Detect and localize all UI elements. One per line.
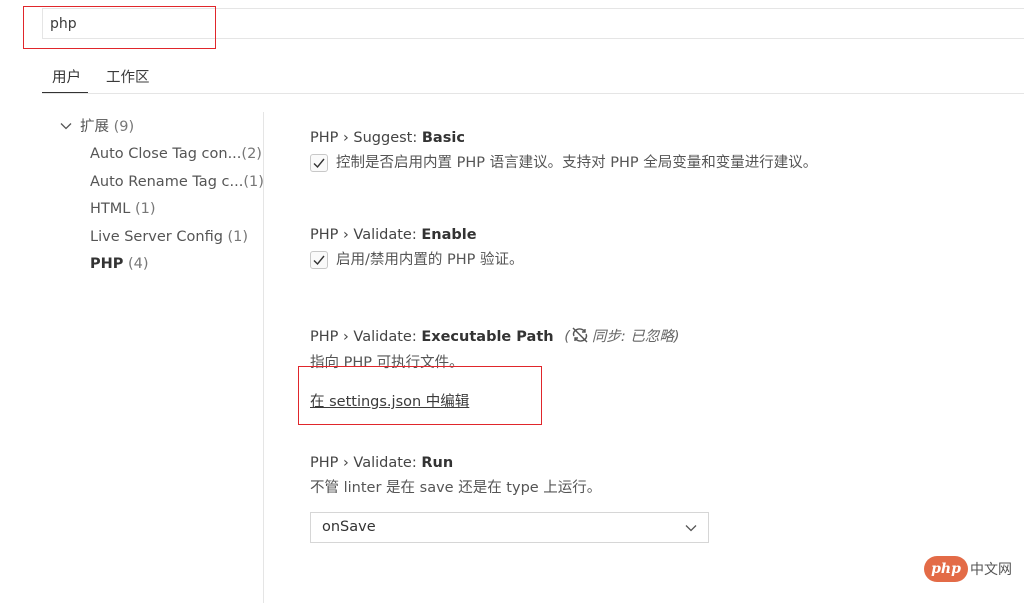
- toc-item-auto-close-tag[interactable]: Auto Close Tag con...(2): [90, 143, 262, 165]
- setting-title: PHP › Validate: Enable: [310, 227, 524, 243]
- setting-description-row: 启用/禁用内置的 PHP 验证。: [310, 248, 524, 269]
- setting-name: Basic: [421, 130, 465, 146]
- toc-item-count: (2): [241, 146, 262, 162]
- setting-title: PHP › Validate: Run: [310, 455, 601, 471]
- toc-item-label: Auto Close Tag con...: [90, 146, 242, 162]
- setting-description: 控制是否启用内置 PHP 语言建议。支持对 PHP 全局变量和变量进行建议。: [336, 155, 818, 171]
- toc-extensions-label: 扩展: [80, 119, 109, 135]
- watermark-badge: php: [924, 556, 968, 582]
- toc-item-html[interactable]: HTML (1): [90, 198, 156, 220]
- setting-title: PHP › Suggest: Basic: [310, 130, 817, 146]
- toc-item-label: Auto Rename Tag c...: [90, 174, 244, 190]
- toc-extensions-count: (9): [113, 119, 135, 135]
- setting-category: PHP › Suggest:: [310, 130, 422, 146]
- sync-note-prefix: (: [564, 329, 570, 345]
- setting-php-validate-run: PHP › Validate: Run 不管 linter 是在 save 还是…: [310, 455, 601, 497]
- chevron-down-icon: [60, 123, 72, 130]
- tab-user[interactable]: 用户: [52, 66, 81, 87]
- toc-item-count: (1): [243, 174, 264, 190]
- setting-php-validate-enable: PHP › Validate: Enable 启用/禁用内置的 PHP 验证。: [310, 227, 524, 269]
- setting-php-suggest-basic: PHP › Suggest: Basic 控制是否启用内置 PHP 语言建议。支…: [310, 130, 817, 172]
- toc-extensions[interactable]: 扩展 (9): [58, 116, 134, 138]
- toc-item-label: HTML: [90, 201, 131, 217]
- settings-search-box[interactable]: [42, 8, 1024, 39]
- select-value: onSave: [322, 519, 376, 535]
- check-icon: [313, 255, 325, 266]
- sync-ignored-note: ( 同步: 已忽略): [564, 327, 680, 345]
- check-icon: [313, 158, 325, 169]
- setting-php-validate-executable-path: PHP › Validate: Executable Path ( 同步: 已忽略…: [310, 325, 680, 411]
- toc-item-php[interactable]: PHP (4): [90, 253, 149, 275]
- setting-checkbox[interactable]: [310, 154, 328, 172]
- setting-description-row: 控制是否启用内置 PHP 语言建议。支持对 PHP 全局变量和变量进行建议。: [310, 151, 817, 172]
- chevron-down-icon: [685, 525, 697, 532]
- edit-in-settings-json-link[interactable]: 在 settings.json 中编辑: [310, 394, 469, 410]
- setting-checkbox[interactable]: [310, 251, 328, 269]
- toc-item-live-server-config[interactable]: Live Server Config (1): [90, 226, 248, 248]
- sync-note-text: 同步: 已忽略): [591, 329, 680, 345]
- toc-item-count: (4): [128, 256, 149, 272]
- setting-name: Enable: [421, 227, 477, 243]
- setting-category: PHP › Validate:: [310, 329, 422, 345]
- setting-name: Executable Path: [421, 329, 554, 345]
- toc-divider: [263, 112, 264, 603]
- run-mode-select[interactable]: onSave: [310, 512, 709, 543]
- toc-item-count: (1): [134, 201, 156, 217]
- settings-search-input[interactable]: [43, 9, 1024, 38]
- toc-item-count: (1): [227, 229, 249, 245]
- setting-description: 指向 PHP 可执行文件。: [310, 355, 464, 371]
- setting-description: 启用/禁用内置的 PHP 验证。: [336, 252, 524, 268]
- setting-description: 不管 linter 是在 save 还是在 type 上运行。: [310, 480, 602, 496]
- toc-item-label: Live Server Config: [90, 229, 223, 245]
- watermark-logo: php 中文网: [924, 556, 1012, 584]
- setting-name: Run: [421, 455, 454, 471]
- tab-workspace[interactable]: 工作区: [106, 66, 150, 87]
- setting-link-row: 在 settings.json 中编辑: [310, 390, 680, 411]
- tabs-divider: [42, 93, 1024, 94]
- settings-tabs: 用户 工作区: [42, 58, 1024, 94]
- toc-item-auto-rename-tag[interactable]: Auto Rename Tag c...(1): [90, 171, 264, 193]
- sync-ignored-icon: [572, 327, 588, 343]
- setting-category: PHP › Validate:: [310, 455, 422, 471]
- setting-category: PHP › Validate:: [310, 227, 422, 243]
- setting-title: PHP › Validate: Executable Path ( 同步: 已忽略…: [310, 325, 680, 346]
- toc-item-label: PHP: [90, 256, 124, 272]
- watermark-text: 中文网: [970, 562, 1012, 578]
